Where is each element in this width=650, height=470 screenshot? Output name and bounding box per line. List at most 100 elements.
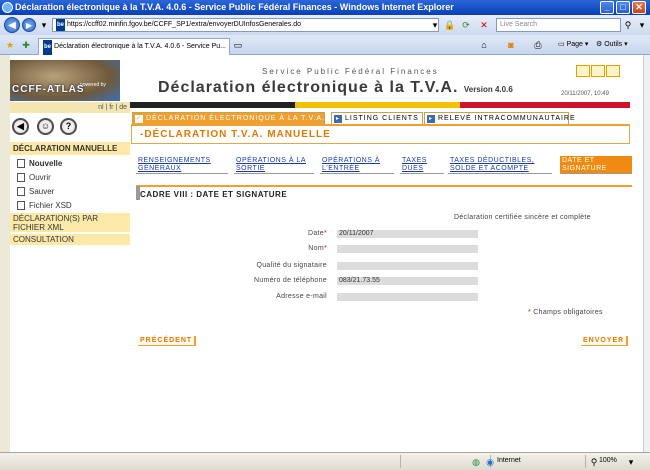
maximize-button[interactable]: □	[616, 1, 630, 14]
service-name: Service Public Fédéral Finances	[262, 67, 439, 76]
forward-button[interactable]: ▶	[22, 18, 36, 32]
vertical-scrollbar[interactable]	[643, 55, 650, 452]
site-favicon: be	[56, 19, 66, 31]
page-menu[interactable]: ▭ Page ▾	[558, 39, 588, 51]
required-note-text: Champs obligatoires	[533, 309, 603, 316]
step-operations-entree[interactable]: OPÉRATIONS À L'ENTRÉE	[320, 156, 394, 174]
zoom-level[interactable]: 100%	[599, 457, 617, 464]
tab-label: LISTING CLIENTS	[345, 115, 419, 122]
step-line2: DUES	[402, 165, 424, 172]
send-button[interactable]: ENVOYER	[581, 336, 629, 346]
search-input[interactable]: Live Search	[496, 18, 621, 32]
feeds-icon[interactable]: ◙	[505, 39, 517, 51]
previous-button[interactable]: PRÉCÉDENT	[138, 336, 197, 346]
address-bar-row: ◀ ▶ ▾ be https://ccff02.minfin.fgov.be/CC…	[0, 15, 650, 35]
step-line1: OPÉRATIONS À LA	[236, 157, 306, 164]
minimize-button[interactable]: _	[600, 1, 614, 14]
layout-1-icon[interactable]	[576, 65, 590, 77]
check-icon: ✓	[135, 115, 143, 123]
email-field[interactable]	[337, 293, 478, 301]
date-field[interactable]: 20/11/2007	[337, 230, 478, 238]
sidebar-item-ouvrir[interactable]: Ouvrir	[15, 171, 125, 184]
step-line2: GÉNÉRAUX	[138, 165, 182, 172]
lock-icon[interactable]: 🔒	[444, 19, 456, 31]
layout-2-icon[interactable]	[591, 65, 605, 77]
tab-declaration-tva[interactable]: ✓ DÉCLARATION ÉLECTRONIQUE À LA T.V.A.	[132, 112, 325, 124]
search-options-icon[interactable]: ▾	[636, 19, 648, 31]
add-favorite-icon[interactable]: ✚	[20, 39, 32, 51]
nom-label-text: Nom	[308, 245, 324, 252]
tab-label: Déclaration électronique à la T.V.A. 4.0…	[54, 43, 227, 50]
stop-icon[interactable]: ✕	[478, 19, 490, 31]
home-icon[interactable]: ⌂	[478, 39, 490, 51]
tab-releve-intracommunautaire[interactable]: ▸ RELEVÉ INTRACOMMUNAUTAIRE	[424, 112, 575, 124]
language-selector[interactable]: nl | fr | de	[10, 102, 130, 113]
arrow-icon: ▸	[427, 115, 435, 123]
required-note: * Champs obligatoires	[528, 309, 603, 316]
sidebar-item-label: Nouvelle	[29, 159, 63, 168]
arrow-icon: ▸	[334, 115, 342, 123]
file-icon	[17, 201, 25, 210]
telephone-field[interactable]: 083/21.73.55	[337, 277, 478, 285]
step-line2: SORTIE	[236, 165, 265, 172]
status-zone: Internet	[497, 457, 521, 464]
help-icon[interactable]: ?	[60, 118, 77, 135]
status-divider	[585, 455, 586, 468]
step-operations-sortie[interactable]: OPÉRATIONS À LA SORTIE	[234, 156, 314, 174]
app-title-text: Déclaration électronique à la T.V.A.	[158, 79, 459, 96]
layout-3-icon[interactable]	[606, 65, 620, 77]
date-label: Date*	[137, 230, 327, 237]
date-label-text: Date	[307, 230, 324, 237]
browser-tab[interactable]: be Déclaration électronique à la T.V.A. 4…	[38, 38, 230, 55]
cadre-title: CADRE VIII : DATE ET SIGNATURE	[140, 190, 288, 199]
print-icon[interactable]: ⎙	[532, 39, 544, 51]
status-divider	[400, 455, 401, 468]
sidebar-item-nouvelle[interactable]: Nouvelle	[15, 157, 125, 170]
refresh-icon[interactable]: ⟳	[460, 19, 472, 31]
user-icon[interactable]: ☺	[37, 118, 54, 135]
status-bar: ◍ ◉ Internet ⚲ 100% ▾	[0, 452, 650, 470]
new-tab-icon[interactable]: ▭	[232, 39, 244, 51]
layout-switcher	[576, 65, 622, 77]
step-line1: TAXES	[402, 157, 427, 164]
new-document-icon	[17, 159, 25, 168]
step-line2: SOLDE ET ACOMPTE	[450, 165, 529, 172]
close-window-button[interactable]: ✕	[632, 1, 646, 14]
qualite-label: Qualité du signataire	[256, 262, 327, 269]
url-field[interactable]: be https://ccff02.minfin.fgov.be/CCFF_SP1…	[52, 18, 439, 32]
nom-field[interactable]	[337, 245, 478, 253]
sidebar-item-label: Ouvrir	[29, 173, 51, 182]
tab-listing-clients[interactable]: ▸ LISTING CLIENTS	[331, 112, 423, 124]
current-datetime: 20/11/2007, 10:49	[561, 91, 609, 97]
telephone-label: Numéro de téléphone	[253, 277, 327, 284]
step-line2: SIGNATURE	[562, 165, 607, 172]
tools-menu[interactable]: ⚙ Outils ▾	[596, 39, 628, 51]
app-version: Version 4.0.6	[463, 85, 513, 94]
sidebar-item-sauver[interactable]: Sauver	[15, 185, 125, 198]
step-taxes-dues[interactable]: TAXES DUES	[400, 156, 444, 174]
email-label: Adresse e-mail	[276, 293, 327, 300]
url-text: https://ccff02.minfin.fgov.be/CCFF_SP1/e…	[67, 21, 301, 28]
search-icon[interactable]: ⚲	[622, 19, 634, 31]
sidebar-section-consultation[interactable]: CONSULTATION	[10, 233, 130, 245]
favorites-star-icon[interactable]: ★	[4, 39, 16, 51]
back-button[interactable]: ◀	[4, 17, 20, 33]
qualite-field[interactable]	[337, 262, 478, 270]
app-title: Déclaration électronique à la T.V.A. Ver…	[158, 79, 513, 97]
back-arrow-icon[interactable]: ◀	[12, 118, 29, 135]
sidebar-section-xml[interactable]: DÉCLARATION(S) PAR FICHIER XML	[10, 212, 130, 232]
required-mark: *	[323, 245, 327, 252]
globe-icon: ◉	[486, 457, 494, 467]
sidebar-item-fichier-xsd[interactable]: Fichier XSD	[15, 199, 125, 212]
step-line2: L'ENTRÉE	[322, 165, 360, 172]
url-dropdown-icon[interactable]: ▾	[429, 19, 441, 31]
step-taxes-deductibles[interactable]: TAXES DÉDUCTIBLES, SOLDE ET ACOMPTE	[448, 156, 552, 174]
history-dropdown-icon[interactable]: ▾	[38, 19, 50, 31]
status-zone-icon: ◍	[472, 457, 480, 467]
tools-menu-label: Outils	[604, 41, 623, 48]
required-mark: *	[528, 309, 532, 316]
step-renseignements-generaux[interactable]: RENSEIGNEMENTS GÉNÉRAUX	[136, 156, 228, 174]
zoom-dropdown-icon[interactable]: ▾	[625, 456, 637, 468]
step-date-signature[interactable]: DATE ET SIGNATURE	[560, 156, 632, 174]
sidebar-item-label: Fichier XSD	[29, 201, 72, 210]
